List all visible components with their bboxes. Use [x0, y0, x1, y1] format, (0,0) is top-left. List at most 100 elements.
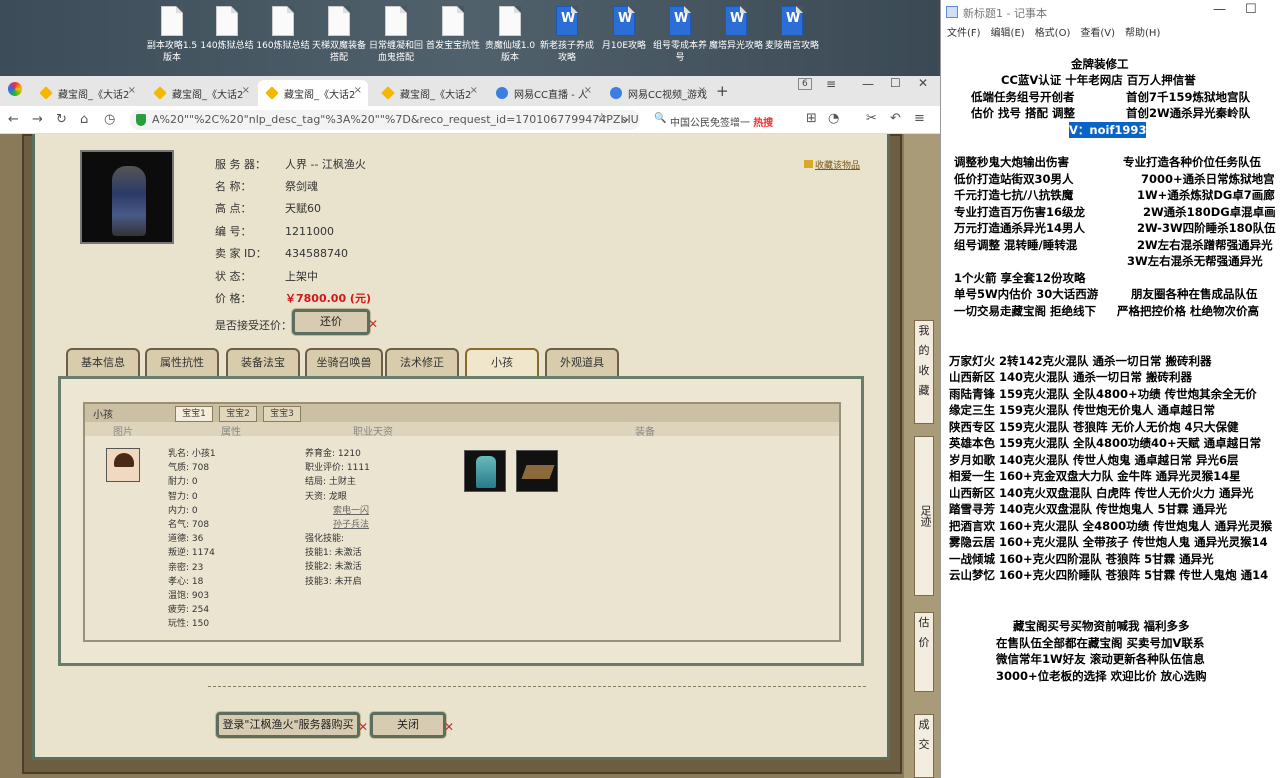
- detail-tab[interactable]: 坐骑召唤兽: [305, 348, 383, 376]
- tab-close-icon[interactable]: ×: [354, 85, 362, 96]
- notepad-maximize-icon[interactable]: ☐: [1245, 2, 1257, 17]
- url-input[interactable]: A%20""%2C%20"nlp_desc_tag"%3A%20""%7D&re…: [130, 110, 640, 130]
- name-row: 名 称： 祭剑魂: [215, 178, 318, 194]
- side-deals[interactable]: 成交: [914, 714, 934, 778]
- desktop-icon[interactable]: 160炼狱总结: [255, 6, 311, 52]
- book-icon: [521, 465, 555, 479]
- word-document-icon: [556, 6, 578, 36]
- tab-label: 网易CC直播 - 人: [514, 90, 588, 101]
- scissors-icon[interactable]: ✂: [866, 111, 877, 126]
- price-label: 价 格：: [215, 292, 252, 305]
- child-subtab[interactable]: 宝宝2: [219, 406, 257, 422]
- tab-count-badge[interactable]: 6: [798, 78, 812, 90]
- desktop-icon[interactable]: 组号零成本养号: [652, 6, 708, 64]
- desktop-icon[interactable]: 140炼狱总结: [199, 6, 255, 52]
- skill-link-1[interactable]: 索电一闪: [333, 504, 369, 518]
- detail-tab[interactable]: 装备法宝: [226, 348, 300, 376]
- extensions-icon[interactable]: ⊞: [806, 111, 817, 126]
- browser-tab[interactable]: 藏宝阁_《大话2 ×: [32, 80, 142, 106]
- new-tab-button[interactable]: +: [716, 82, 729, 100]
- child-hair: [114, 453, 134, 467]
- tab-close-icon[interactable]: ×: [128, 85, 136, 96]
- account-icon[interactable]: ◔: [828, 111, 839, 126]
- notepad-menu-item[interactable]: 文件(F): [947, 28, 981, 39]
- tab-close-icon[interactable]: ×: [470, 85, 478, 96]
- desktop-icon[interactable]: 魔塔异光攻略: [708, 6, 764, 52]
- hot-search-label: 热搜: [753, 118, 774, 129]
- menu-icon[interactable]: ≡: [826, 77, 836, 91]
- search-text: 中国公民免签增一: [670, 118, 750, 129]
- child-stat: 内力: 0: [168, 505, 198, 516]
- notepad-line: 估价 找号 搭配 调整: [971, 106, 1076, 120]
- detail-tab[interactable]: 外观道具: [545, 348, 619, 376]
- forward-icon[interactable]: →: [32, 112, 43, 127]
- dropdown-icon[interactable]: ⌄: [620, 111, 631, 126]
- browser-tab[interactable]: 藏宝阁_《大话2 ×: [146, 80, 256, 106]
- login-buy-button[interactable]: 登录"江枫渔火"服务器购买 ✕: [216, 712, 368, 738]
- notepad-menu-item[interactable]: 编辑(E): [991, 28, 1025, 39]
- browser-logo-icon[interactable]: [8, 82, 22, 96]
- notepad-minimize-icon[interactable]: —: [1213, 2, 1226, 17]
- desktop-icon-label: 新老孩子养成攻略: [539, 41, 594, 63]
- cbg-favicon-icon: [381, 86, 395, 100]
- status-label: 状 态：: [215, 270, 252, 283]
- back-icon[interactable]: ←: [8, 112, 19, 127]
- browser-tab[interactable]: 藏宝阁_《大话2 ×: [374, 80, 484, 106]
- browser-tab[interactable]: 网易CC直播 - 人 ×: [488, 80, 598, 106]
- equipment-robe[interactable]: [464, 450, 506, 492]
- browser-menu-icon[interactable]: ≡: [914, 111, 925, 126]
- maximize-icon[interactable]: ☐: [890, 76, 901, 90]
- desktop-icon[interactable]: 月10E攻略: [596, 6, 652, 52]
- side-my-favorites[interactable]: 我的收藏: [914, 320, 934, 424]
- equipment-book[interactable]: [516, 450, 558, 492]
- browser-tab[interactable]: 网易CC视频_游戏 ×: [602, 80, 712, 106]
- notepad-line: V：noif1993: [1069, 122, 1147, 139]
- notepad-line: 把酒言欢 160+克火混队 全4800功绩 传世炮鬼人 通异光灵猴: [949, 519, 1273, 533]
- side-footprint[interactable]: 足迹: [914, 436, 934, 596]
- side-estimate[interactable]: 估价: [914, 612, 934, 692]
- desktop-icon[interactable]: 首发宝宝抗性: [425, 6, 481, 52]
- tab-close-icon[interactable]: ×: [242, 85, 250, 96]
- desktop-icon[interactable]: 日常缠凝和回血鬼搭配: [368, 6, 424, 64]
- points-value: 天赋60: [285, 202, 321, 215]
- bargain-button[interactable]: 还价 ✕: [292, 309, 378, 335]
- undo-icon[interactable]: ↶: [890, 111, 901, 126]
- collect-link[interactable]: 收藏该物品: [804, 158, 860, 171]
- notepad-line: 万家灯火 2转142克火混队 通杀一切日常 搬砖利器: [949, 354, 1212, 368]
- desktop-icon[interactable]: 副本攻略1.5版本: [144, 6, 200, 64]
- desktop-icon[interactable]: 责魔仙域1.0版本: [482, 6, 538, 64]
- close-icon[interactable]: ✕: [918, 76, 928, 90]
- detail-tab[interactable]: 小孩: [465, 348, 539, 376]
- star-icon[interactable]: ☆: [596, 111, 608, 126]
- notepad-menu-item[interactable]: 格式(O): [1035, 28, 1071, 39]
- desktop-icon[interactable]: 新老孩子养成攻略: [539, 6, 595, 64]
- child-subtab[interactable]: 宝宝1: [175, 406, 213, 422]
- notepad-menu-item[interactable]: 帮助(H): [1125, 28, 1160, 39]
- child-subtab[interactable]: 宝宝3: [263, 406, 301, 422]
- child-portrait: [106, 448, 140, 482]
- tab-close-icon[interactable]: ×: [698, 85, 706, 96]
- detail-tab[interactable]: 属性抗性: [145, 348, 219, 376]
- notepad-text-area[interactable]: 金牌装修工 CC蓝V认证 十年老网店 百万人押信誉 低端任务组号开创者 首创7千159…: [941, 52, 1280, 778]
- detail-tab[interactable]: 法术修正: [385, 348, 459, 376]
- reload-icon[interactable]: ↻: [56, 112, 67, 127]
- history-icon[interactable]: ◷: [104, 112, 115, 127]
- page-content: 我的收藏 足迹 估价 成交 服 务 器： 人界 -- 江枫渔火 收藏该物品 名 称…: [0, 134, 940, 778]
- detail-tab[interactable]: 基本信息: [66, 348, 140, 376]
- notepad-line: 朋友圈各种在售成品队伍: [1131, 287, 1258, 301]
- search-box[interactable]: 🔍 中国公民免签增一 热搜: [650, 110, 800, 130]
- desktop-icon[interactable]: 天梯双魔装备搭配: [311, 6, 367, 64]
- skill-link-2[interactable]: 孙子兵法: [333, 518, 369, 532]
- browser-tab[interactable]: 藏宝阁_《大话2 ×: [258, 80, 368, 106]
- document-icon: [385, 6, 407, 36]
- close-x-icon: ✕: [443, 720, 454, 734]
- tab-close-icon[interactable]: ×: [584, 85, 592, 96]
- notepad-menu-item[interactable]: 查看(V): [1080, 28, 1115, 39]
- home-icon[interactable]: ⌂: [80, 112, 88, 127]
- notepad-line: 首创7千159炼狱地宫队: [1126, 90, 1251, 104]
- minimize-icon[interactable]: —: [862, 77, 874, 91]
- desktop-icon[interactable]: 麦陵凿宫攻略: [764, 6, 820, 52]
- close-button[interactable]: 关闭 ✕: [370, 712, 454, 738]
- child-skill-links: 索电一闪 孙子兵法: [305, 504, 369, 532]
- child-stat: 技能1: 未激活: [305, 548, 362, 559]
